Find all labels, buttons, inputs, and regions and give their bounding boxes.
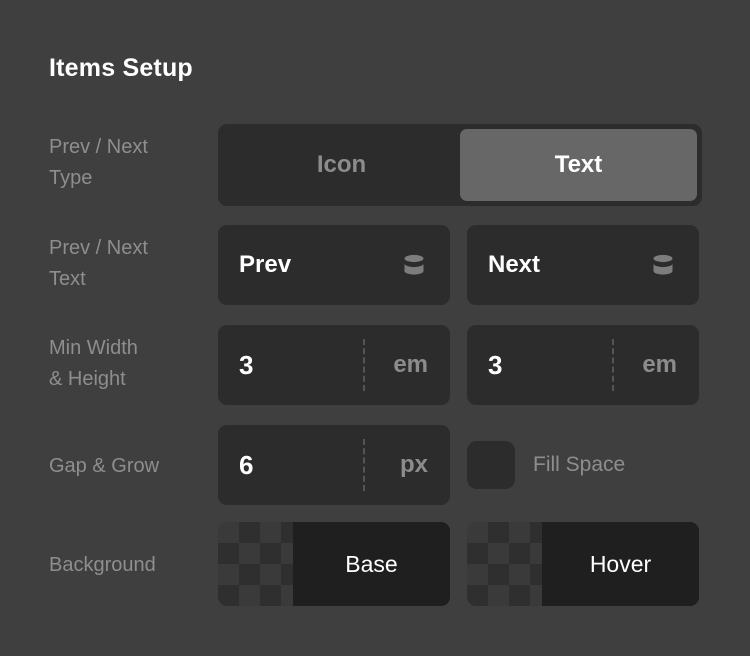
row-label-line-2: Type	[49, 167, 93, 189]
next-text-input[interactable]: Next	[467, 225, 699, 305]
row-label-prev-next-text: Prev / Next Text	[49, 233, 214, 295]
prev-text-value: Prev	[239, 251, 292, 278]
field-divider	[363, 439, 365, 491]
next-text-value: Next	[488, 251, 541, 278]
row-prev-next-type: Prev / Next Type Icon Text	[49, 124, 703, 206]
min-height-unit[interactable]: em	[642, 351, 677, 379]
background-hover-label: Hover	[542, 522, 699, 606]
field-divider	[612, 339, 614, 391]
fill-space-checkbox[interactable]	[467, 441, 515, 489]
row-label-background: Background	[49, 554, 156, 576]
database-icon[interactable]	[649, 251, 677, 279]
min-width-input[interactable]: 3 em	[218, 325, 450, 405]
min-height-input[interactable]: 3 em	[467, 325, 699, 405]
row-background: Background Base Hover	[49, 522, 703, 606]
background-hover-swatch[interactable]: Hover	[467, 522, 699, 606]
items-setup-panel: Items Setup Prev / Next Type Icon Text P…	[0, 0, 750, 656]
prev-text-input[interactable]: Prev	[218, 225, 450, 305]
row-gap-grow: Gap & Grow 6 px Fill Space	[49, 425, 703, 505]
row-label-line-1: Prev / Next	[49, 136, 148, 158]
row-label-gap-grow: Gap & Grow	[49, 455, 160, 477]
row-label-line-2: & Height	[49, 368, 126, 390]
fill-space-label: Fill Space	[533, 453, 626, 476]
gap-input[interactable]: 6 px	[218, 425, 450, 505]
page-title: Items Setup	[49, 54, 193, 82]
background-base-label: Base	[293, 522, 450, 606]
segmented-control-prev-next-type[interactable]: Icon Text	[218, 124, 702, 206]
database-icon[interactable]	[400, 251, 428, 279]
gap-value: 6	[239, 449, 254, 480]
min-width-unit[interactable]: em	[393, 351, 428, 379]
segment-option-text[interactable]: Text	[460, 129, 697, 201]
row-label-min-width-height: Min Width & Height	[49, 333, 214, 395]
row-prev-next-text: Prev / Next Text Prev Next	[49, 225, 703, 305]
min-width-value: 3	[239, 349, 254, 380]
min-height-value: 3	[488, 349, 503, 380]
row-min-width-height: Min Width & Height 3 em 3 em	[49, 325, 703, 405]
segment-option-icon[interactable]: Icon	[223, 129, 460, 201]
field-divider	[363, 339, 365, 391]
row-label-line-1: Prev / Next	[49, 237, 148, 259]
fill-space-control[interactable]: Fill Space	[467, 425, 625, 505]
background-base-swatch[interactable]: Base	[218, 522, 450, 606]
row-label-prev-next-type: Prev / Next Type	[49, 132, 214, 194]
row-label-line-2: Text	[49, 268, 86, 290]
gap-unit[interactable]: px	[400, 451, 428, 479]
row-label-line-1: Min Width	[49, 337, 138, 359]
